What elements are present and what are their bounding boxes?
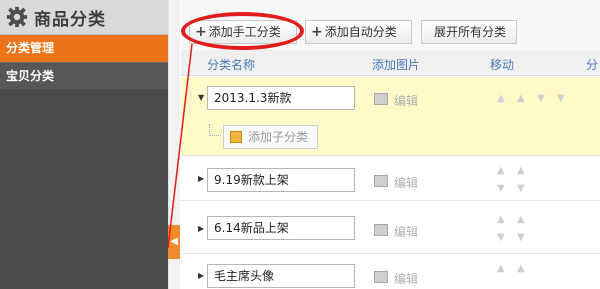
move-down-icon[interactable]: ▼ — [497, 183, 505, 194]
edit-link[interactable]: 编辑 — [394, 223, 418, 240]
move-top-icon[interactable]: ▲ — [497, 93, 505, 104]
main-panel: + 添加手工分类 + 添加自动分类 展开所有分类 分类名称 添加图片 移动 分 ▼ … — [181, 0, 600, 289]
header-name: 分类名称 — [207, 58, 256, 72]
collapse-row-icon[interactable]: ▼ — [198, 93, 204, 102]
move-top-icon[interactable]: ▲ — [497, 165, 505, 176]
table-row: ▶ 9.19新款上架 编辑 ▲ ▲ ▼ ▼ — [181, 157, 600, 201]
plus-icon: + — [195, 24, 207, 40]
plus-icon: + — [311, 24, 323, 40]
add-auto-category-button[interactable]: + 添加自动分类 — [305, 20, 412, 44]
header-ops: 分 — [586, 58, 599, 72]
move-up-icon[interactable]: ▲ — [517, 263, 525, 274]
move-top-icon[interactable]: ▲ — [497, 214, 505, 225]
table-header: 分类名称 添加图片 移动 分 — [181, 50, 600, 76]
tree-connector — [209, 124, 221, 136]
header-move: 移动 — [490, 58, 515, 72]
move-bottom-icon[interactable]: ▼ — [557, 93, 565, 104]
image-icon[interactable] — [374, 93, 388, 105]
category-name-input[interactable]: 9.19新款上架 — [207, 168, 355, 192]
sidebar-title: 商品分类 — [34, 9, 106, 30]
expand-row-icon[interactable]: ▶ — [198, 174, 204, 183]
toolbar: + 添加手工分类 + 添加自动分类 展开所有分类 — [181, 0, 600, 50]
add-subcategory-label: 添加子分类 — [248, 130, 309, 144]
expand-all-button[interactable]: 展开所有分类 — [421, 20, 517, 44]
move-bottom-icon[interactable]: ▼ — [517, 183, 525, 194]
collapse-sidebar-icon[interactable]: ◀ — [168, 225, 180, 259]
header-image: 添加图片 — [372, 58, 421, 72]
add-auto-label: 添加自动分类 — [324, 25, 397, 39]
move-down-icon[interactable]: ▼ — [497, 232, 505, 243]
expand-row-icon[interactable]: ▶ — [198, 224, 204, 233]
sidebar: 商品分类 分类管理 宝贝分类 — [0, 0, 168, 289]
move-down-icon[interactable]: ▼ — [537, 93, 545, 104]
edit-link[interactable]: 编辑 — [394, 174, 418, 191]
table-row: ▼ 2013.1.3新款 编辑 ▲ ▲ ▼ ▼ 添加子分类 — [181, 77, 600, 156]
image-icon[interactable] — [374, 271, 388, 283]
edit-link[interactable]: 编辑 — [394, 92, 418, 109]
edit-link[interactable]: 编辑 — [394, 270, 418, 287]
add-subcategory-button[interactable]: 添加子分类 — [223, 125, 318, 149]
category-name-input[interactable]: 毛主席头像 — [207, 264, 355, 288]
add-manual-label: 添加手工分类 — [208, 25, 281, 39]
move-up-icon[interactable]: ▲ — [517, 214, 525, 225]
image-icon[interactable] — [374, 224, 388, 236]
sidebar-item-item-category[interactable]: 宝贝分类 — [0, 62, 168, 89]
table-row: ▶ 6.14新品上架 编辑 ▲ ▲ ▼ ▼ — [181, 202, 600, 254]
move-top-icon[interactable]: ▲ — [497, 263, 505, 274]
image-icon[interactable] — [374, 175, 388, 187]
move-up-icon[interactable]: ▲ — [517, 93, 525, 104]
table-row: ▶ 毛主席头像 编辑 ▲ ▲ — [181, 255, 600, 289]
folder-icon — [230, 131, 242, 143]
sidebar-header: 商品分类 — [0, 0, 168, 35]
add-manual-category-button[interactable]: + 添加手工分类 — [189, 20, 297, 44]
move-up-icon[interactable]: ▲ — [517, 165, 525, 176]
gear-icon — [6, 6, 28, 28]
category-name-input[interactable]: 6.14新品上架 — [207, 216, 355, 240]
category-name-input[interactable]: 2013.1.3新款 — [207, 86, 355, 110]
move-bottom-icon[interactable]: ▼ — [517, 232, 525, 243]
sidebar-item-category-manage[interactable]: 分类管理 — [0, 35, 168, 62]
expand-row-icon[interactable]: ▶ — [198, 271, 204, 280]
